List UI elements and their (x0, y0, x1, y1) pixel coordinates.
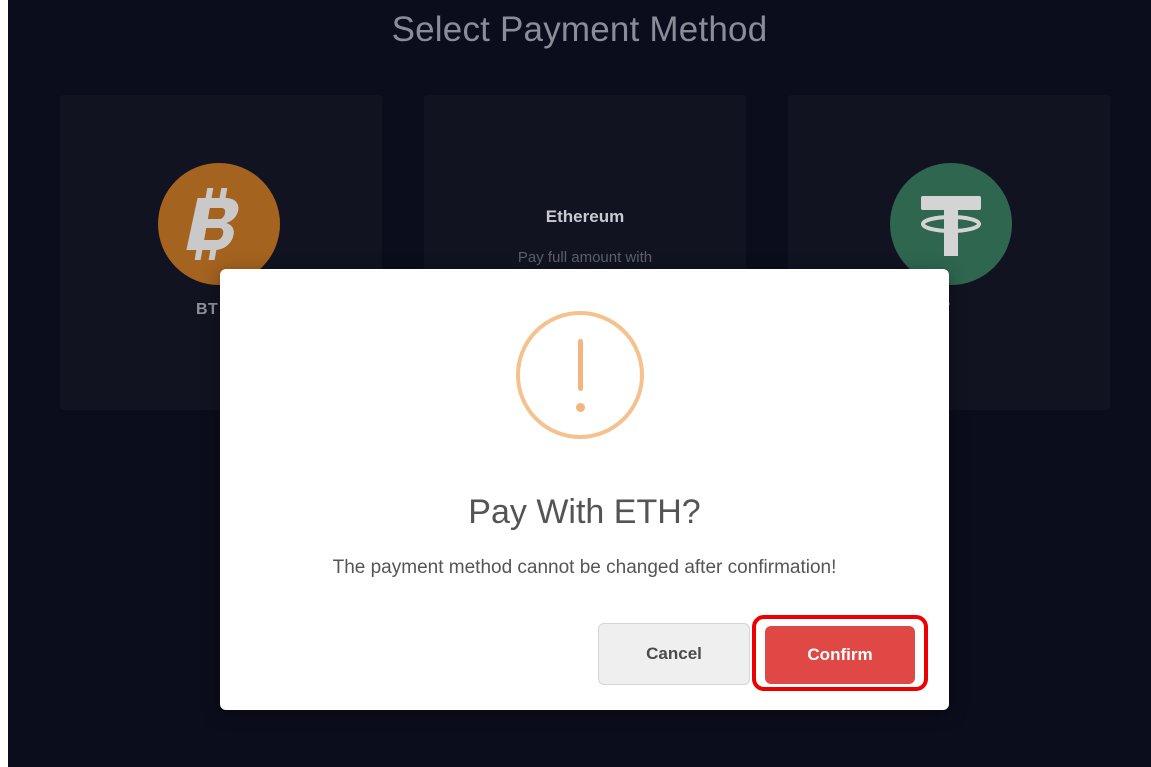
tether-icon (890, 163, 1012, 285)
eth-name: Ethereum (545, 207, 625, 226)
bitcoin-symbol (186, 188, 239, 260)
confirm-button[interactable]: Confirm (765, 626, 915, 684)
dialog-message: The payment method cannot be changed aft… (332, 557, 837, 578)
warning-bar (578, 339, 583, 391)
warning-icon (516, 311, 644, 439)
cancel-button[interactable]: Cancel (598, 623, 750, 685)
dialog-title: Pay With ETH? (468, 493, 701, 531)
payment-page: Select Payment Method BT Ethereum Pay fu… (8, 0, 1151, 767)
bitcoin-icon (158, 163, 280, 285)
warning-dot (576, 403, 585, 412)
page-title: Select Payment Method (391, 10, 768, 49)
confirm-dialog: Pay With ETH? The payment method cannot … (220, 269, 949, 710)
eth-description: Pay full amount with (517, 249, 653, 266)
tether-symbol (921, 196, 981, 256)
btc-label: BT (196, 301, 219, 318)
